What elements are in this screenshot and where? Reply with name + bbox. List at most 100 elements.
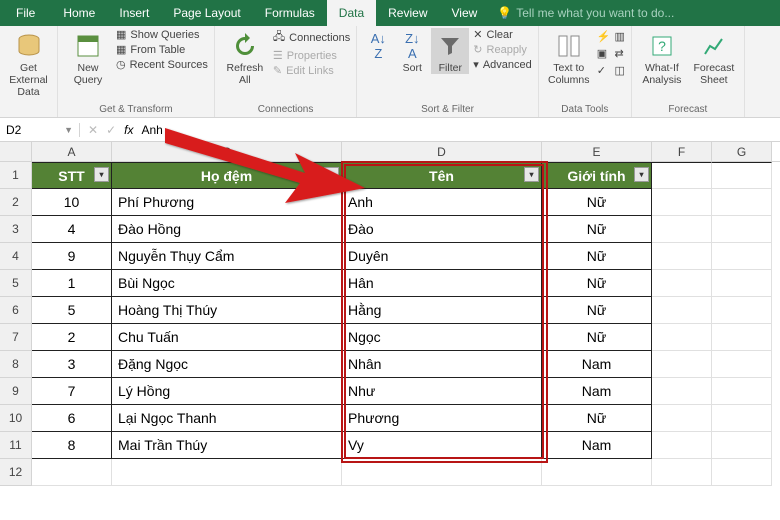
cell[interactable] — [712, 297, 772, 324]
connections-button[interactable]: 🖧Connections — [273, 28, 350, 47]
cell[interactable] — [652, 189, 712, 216]
cell[interactable] — [652, 297, 712, 324]
tab-home[interactable]: Home — [51, 0, 107, 26]
row-header[interactable]: 6 — [0, 297, 32, 324]
select-all-corner[interactable] — [0, 142, 32, 161]
cell-stt[interactable]: 3 — [32, 351, 112, 378]
cell[interactable] — [652, 324, 712, 351]
row-header[interactable]: 4 — [0, 243, 32, 270]
formula-content[interactable]: Anh — [141, 123, 162, 137]
cell-gioitinh[interactable]: Nữ — [542, 297, 652, 324]
recent-sources-button[interactable]: ◷Recent Sources — [116, 58, 208, 71]
cell-gioitinh[interactable]: Nam — [542, 432, 652, 459]
cell-stt[interactable]: 6 — [32, 405, 112, 432]
hdr-stt[interactable]: STT▾ — [32, 162, 112, 189]
cell-stt[interactable]: 5 — [32, 297, 112, 324]
clear-button[interactable]: ✕Clear — [473, 28, 531, 41]
row-header[interactable]: 11 — [0, 432, 32, 459]
new-query-button[interactable]: New Query — [64, 28, 112, 86]
filter-dropdown-icon[interactable]: ▾ — [94, 167, 109, 182]
row-header[interactable]: 9 — [0, 378, 32, 405]
cell-ten[interactable]: Nhân — [342, 351, 542, 378]
cancel-icon[interactable]: ✕ — [88, 123, 98, 137]
cell-hodem[interactable]: Đào Hồng — [112, 216, 342, 243]
tab-file[interactable]: File — [0, 0, 51, 26]
cell-ten[interactable]: Ngọc — [342, 324, 542, 351]
cell[interactable] — [712, 459, 772, 486]
cell[interactable] — [712, 405, 772, 432]
col-F[interactable]: F — [652, 142, 712, 161]
cell[interactable] — [542, 459, 652, 486]
cell-stt[interactable]: 7 — [32, 378, 112, 405]
tab-insert[interactable]: Insert — [107, 0, 161, 26]
cell-gioitinh[interactable]: Nữ — [542, 243, 652, 270]
cell-gioitinh[interactable]: Nam — [542, 378, 652, 405]
cell[interactable] — [652, 378, 712, 405]
filter-dropdown-icon[interactable]: ▾ — [524, 167, 539, 182]
cell-hodem[interactable]: Mai Trần Thúy — [112, 432, 342, 459]
row-header[interactable]: 12 — [0, 459, 32, 486]
from-table-button[interactable]: ▦From Table — [116, 43, 208, 56]
datamodel-button[interactable]: ◫ — [614, 64, 624, 77]
row-header[interactable]: 8 — [0, 351, 32, 378]
col-C[interactable]: C — [112, 142, 342, 161]
tab-data[interactable]: Data — [327, 0, 376, 26]
fx-icon[interactable]: fx — [124, 123, 133, 137]
cell[interactable] — [32, 459, 112, 486]
cell[interactable] — [712, 432, 772, 459]
advanced-button[interactable]: ▾Advanced — [473, 58, 531, 71]
sort-az-button[interactable]: A↓Z — [363, 28, 393, 62]
row-header[interactable]: 5 — [0, 270, 32, 297]
cell-gioitinh[interactable]: Nữ — [542, 405, 652, 432]
hdr-gioitinh[interactable]: Giới tính▾ — [542, 162, 652, 189]
get-external-data-button[interactable]: Get External Data — [6, 28, 51, 98]
cell[interactable] — [712, 351, 772, 378]
cell-gioitinh[interactable]: Nữ — [542, 189, 652, 216]
hdr-hodem[interactable]: Họ đệm▾ — [112, 162, 342, 189]
cell[interactable] — [652, 270, 712, 297]
cell-hodem[interactable]: Đặng Ngọc — [112, 351, 342, 378]
cell[interactable] — [652, 459, 712, 486]
cell-ten[interactable]: Duyên — [342, 243, 542, 270]
cell-ten[interactable]: Đào — [342, 216, 542, 243]
cell-stt[interactable]: 2 — [32, 324, 112, 351]
cell-ten[interactable]: Như — [342, 378, 542, 405]
tell-me-search[interactable]: 💡 Tell me what you want to do... — [497, 0, 674, 26]
whatif-button[interactable]: ?What-If Analysis — [638, 28, 686, 86]
cell[interactable] — [112, 459, 342, 486]
cell[interactable] — [712, 243, 772, 270]
tab-view[interactable]: View — [440, 0, 490, 26]
cell[interactable] — [652, 405, 712, 432]
cell-stt[interactable]: 1 — [32, 270, 112, 297]
col-G[interactable]: G — [712, 142, 772, 161]
text-to-columns-button[interactable]: Text to Columns — [545, 28, 593, 86]
cell-ten[interactable]: Hằng — [342, 297, 542, 324]
cell-gioitinh[interactable]: Nữ — [542, 324, 652, 351]
cell[interactable] — [712, 378, 772, 405]
name-box[interactable]: D2▼ — [0, 123, 80, 137]
row-header[interactable]: 1 — [0, 162, 32, 189]
consolidate-button[interactable]: ▥ — [614, 30, 624, 43]
cell-hodem[interactable]: Nguyễn Thụy Cẩm — [112, 243, 342, 270]
tab-review[interactable]: Review — [376, 0, 439, 26]
cell-ten[interactable]: Anh — [342, 189, 542, 216]
refresh-all-button[interactable]: Refresh All — [221, 28, 269, 86]
cell[interactable] — [712, 162, 772, 189]
show-queries-button[interactable]: ▦Show Queries — [116, 28, 208, 41]
cell-hodem[interactable]: Bùi Ngọc — [112, 270, 342, 297]
filter-button[interactable]: Filter — [431, 28, 469, 74]
col-D[interactable]: D — [342, 142, 542, 161]
remove-dup-button[interactable]: ▣ — [597, 47, 611, 60]
cell[interactable] — [712, 324, 772, 351]
cell-ten[interactable]: Vy — [342, 432, 542, 459]
cell[interactable] — [712, 270, 772, 297]
cell-hodem[interactable]: Hoàng Thị Thúy — [112, 297, 342, 324]
cell-stt[interactable]: 10 — [32, 189, 112, 216]
hdr-ten[interactable]: Tên▾ — [342, 162, 542, 189]
tab-page-layout[interactable]: Page Layout — [161, 0, 252, 26]
cell[interactable] — [652, 243, 712, 270]
filter-dropdown-icon[interactable]: ▾ — [634, 167, 649, 182]
flash-fill-button[interactable]: ⚡ — [597, 30, 611, 43]
cell[interactable] — [652, 162, 712, 189]
cell-hodem[interactable]: Phí Phương — [112, 189, 342, 216]
